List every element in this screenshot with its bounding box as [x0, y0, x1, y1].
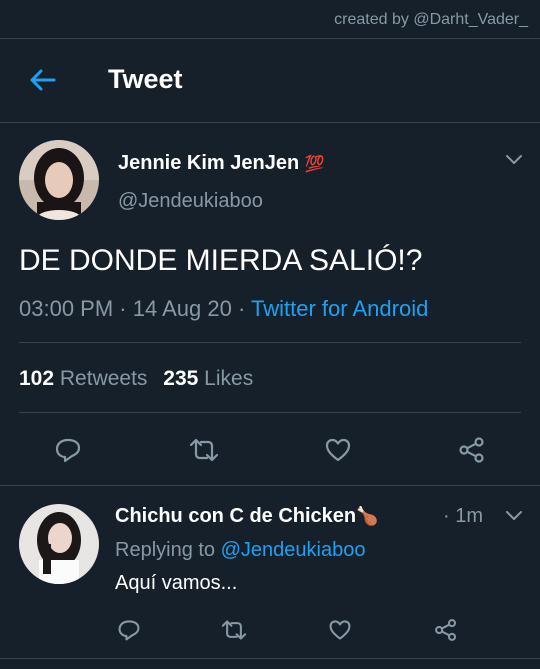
hundred-emoji-icon: 💯 [304, 156, 325, 173]
author-name[interactable]: Jennie Kim JenJen 💯 [118, 152, 325, 175]
retweets-stat[interactable]: 102 Retweets [19, 367, 153, 390]
author-name-text: Jennie Kim JenJen [118, 152, 300, 174]
reply-time: · 1m [443, 505, 483, 527]
replying-label: Replying to [115, 539, 216, 561]
back-button[interactable] [28, 65, 58, 95]
share-icon[interactable] [458, 436, 486, 464]
tweet-meta: 03:00 PM · 14 Aug 20 · Twitter for Andro… [19, 296, 428, 322]
chevron-down-icon[interactable] [505, 154, 523, 166]
likes-count: 235 [163, 367, 199, 390]
reply-author-name[interactable]: Chichu con C de Chicken🍗 [115, 505, 379, 528]
author-handle[interactable]: @Jendeukiaboo [118, 190, 263, 213]
reply-icon[interactable] [54, 436, 82, 464]
reply-icon[interactable] [117, 618, 141, 642]
reply-text: Aquí vamos... [115, 572, 238, 594]
likes-stat[interactable]: 235 Likes [163, 367, 253, 390]
separator: · [237, 296, 246, 321]
reply-author-name-text: Chichu con C de Chicken [115, 505, 357, 527]
divider [0, 658, 540, 659]
chevron-down-icon[interactable] [505, 510, 523, 522]
tweet-stats: 102 Retweets 235 Likes [19, 367, 253, 391]
tweet-time: 03:00 PM [19, 296, 114, 321]
retweets-label: Retweets [59, 367, 148, 390]
like-icon[interactable] [324, 436, 352, 464]
reply-avatar[interactable] [19, 504, 99, 584]
divider [0, 38, 540, 39]
tweet-text: DE DONDE MIERDA SALIÓ!? [19, 244, 423, 277]
avatar[interactable] [19, 140, 99, 220]
chicken-leg-emoji-icon: 🍗 [356, 506, 379, 526]
divider [19, 412, 521, 413]
replying-to: Replying to @Jendeukiaboo [115, 539, 365, 562]
arrow-left-icon [30, 69, 56, 91]
tweet-source-link[interactable]: Twitter for Android [251, 296, 428, 321]
likes-label: Likes [204, 367, 254, 390]
page-title: Tweet [108, 64, 183, 94]
divider [19, 342, 521, 343]
tweet-date: 14 Aug 20 [132, 296, 232, 321]
retweets-count: 102 [19, 367, 55, 390]
like-icon[interactable] [328, 618, 352, 642]
watermark: created by @Darht_Vader_ [334, 11, 528, 28]
replying-handle-link[interactable]: @Jendeukiaboo [221, 539, 366, 561]
retweet-icon[interactable] [188, 436, 220, 464]
retweet-icon[interactable] [220, 618, 248, 642]
divider [0, 485, 540, 486]
separator: · [119, 296, 127, 321]
share-icon[interactable] [434, 618, 458, 642]
divider [0, 122, 540, 123]
